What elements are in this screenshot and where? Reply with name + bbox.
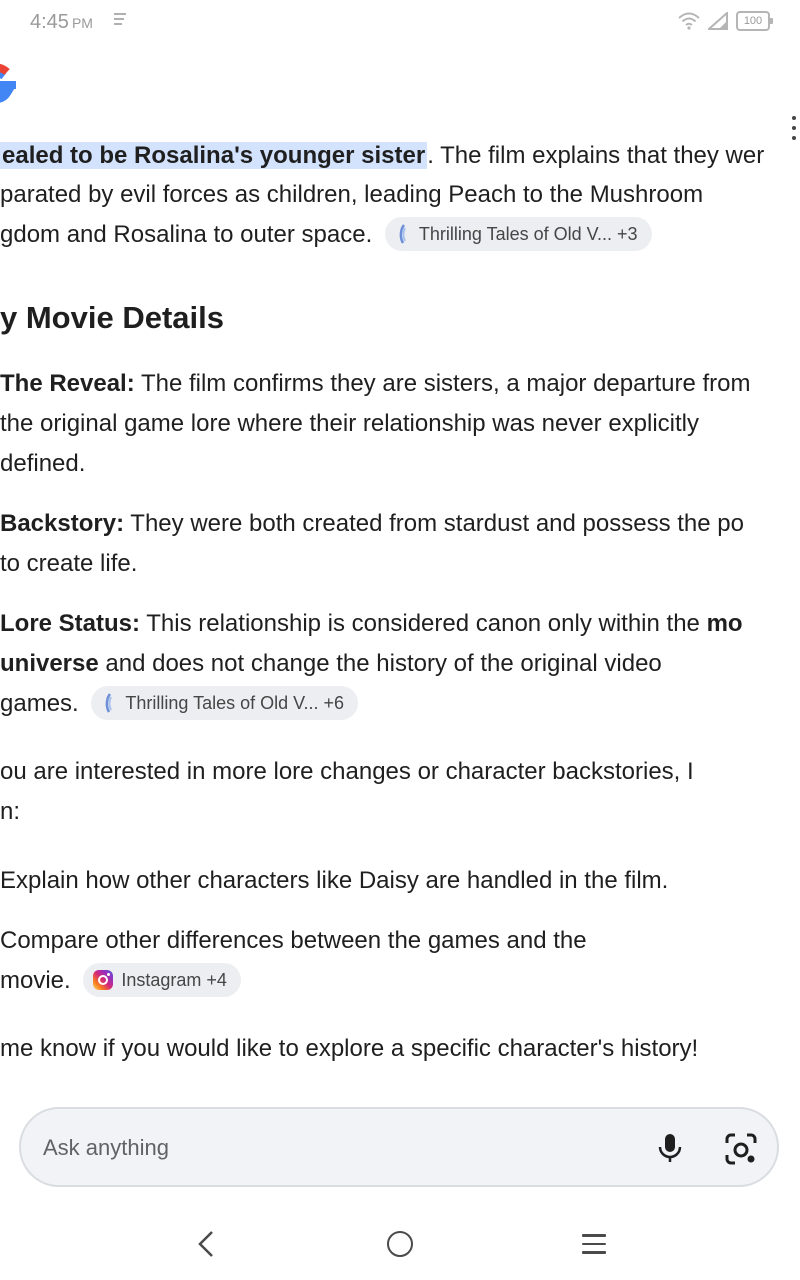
status-icons: 100 (678, 10, 773, 32)
reveal-text: The film confirms they are sisters, a ma… (134, 370, 751, 397)
intro-line-3-text: gdom and Rosalina to outer space. (0, 221, 373, 248)
intro-text: . The film explains that they wer (427, 142, 765, 169)
intro-line-3: gdom and Rosalina to outer space. Thrill… (0, 215, 652, 255)
backstory-label: Backstory: (0, 510, 125, 537)
backstory-text: They were both created from stardust and… (124, 510, 744, 537)
mic-icon[interactable] (653, 1131, 687, 1165)
closing-line: me know if you would like to explore a s… (0, 1035, 699, 1062)
followup-line-2: n: (0, 798, 21, 825)
source-chip[interactable]: Thrilling Tales of Old V... +6 (91, 685, 358, 720)
instagram-chip[interactable]: Instagram +4 (83, 962, 241, 997)
status-bar: 4:45 PM 100 (0, 0, 800, 44)
home-icon[interactable] (387, 1231, 413, 1257)
lore-text-2: and does not change the history of the o… (98, 650, 662, 677)
source-chip-label: Thrilling Tales of Old V... +3 (418, 223, 638, 244)
highlighted-text[interactable]: ealed to be Rosalina's younger sister (0, 142, 428, 169)
system-nav-bar (0, 1210, 800, 1280)
source-icon (106, 692, 113, 713)
option-2-line-2: movie. Instagram +4 (0, 961, 241, 1001)
status-time-value: 4:45 (30, 11, 69, 33)
lore-line-1: Lore Status: This relationship is consid… (0, 604, 743, 644)
signal-icon (708, 12, 728, 30)
google-g-logo[interactable] (0, 60, 20, 110)
backstory-line-2: to create life. (0, 550, 138, 577)
lore-label: Lore Status: (0, 610, 141, 637)
status-time: 4:45 PM (30, 11, 93, 34)
lore-line-3-text: games. (0, 690, 79, 717)
option-2-line-1: Compare other differences between the ga… (0, 927, 587, 954)
recents-icon[interactable] (582, 1234, 606, 1260)
wifi-icon (678, 12, 700, 30)
app-header (0, 44, 800, 140)
source-chip[interactable]: Thrilling Tales of Old V... +3 (384, 216, 652, 251)
back-icon[interactable] (192, 1228, 220, 1260)
notification-icon (114, 13, 126, 27)
reveal-line-3: defined. (0, 450, 86, 477)
battery-icon: 100 (736, 11, 773, 31)
ai-response-content: ealed to be Rosalina's younger sister. T… (0, 140, 800, 1100)
ask-input-placeholder[interactable]: Ask anything (43, 1135, 169, 1161)
ask-bar[interactable]: Ask anything (19, 1107, 779, 1187)
reveal-line-1: The Reveal: The film confirms they are s… (0, 364, 750, 404)
intro-line-1: ealed to be Rosalina's younger sister. T… (0, 140, 764, 176)
instagram-icon (93, 969, 114, 990)
lore-line-3: games. Thrilling Tales of Old V... +6 (0, 684, 358, 724)
reveal-line-2: the original game lore where their relat… (0, 410, 700, 437)
google-lens-icon[interactable] (723, 1131, 759, 1167)
source-icon (399, 223, 406, 244)
section-heading: y Movie Details (0, 300, 224, 335)
lore-bold-1: mo (706, 610, 743, 637)
lore-text: This relationship is considered canon on… (140, 610, 707, 637)
battery-level: 100 (743, 15, 763, 27)
option-2-text: movie. (0, 967, 71, 994)
reveal-label: The Reveal: (0, 370, 135, 397)
option-1: Explain how other characters like Daisy … (0, 867, 669, 894)
intro-line-2: parated by evil forces as children, lead… (0, 181, 704, 208)
status-ampm: PM (71, 15, 93, 31)
instagram-chip-label: Instagram +4 (121, 969, 227, 990)
followup-line-1: ou are interested in more lore changes o… (0, 758, 694, 785)
source-chip-label: Thrilling Tales of Old V... +6 (125, 692, 344, 713)
backstory-line-1: Backstory: They were both created from s… (0, 504, 744, 544)
lore-bold-2: universe (0, 650, 99, 677)
lore-line-2: universe and does not change the history… (0, 644, 662, 684)
